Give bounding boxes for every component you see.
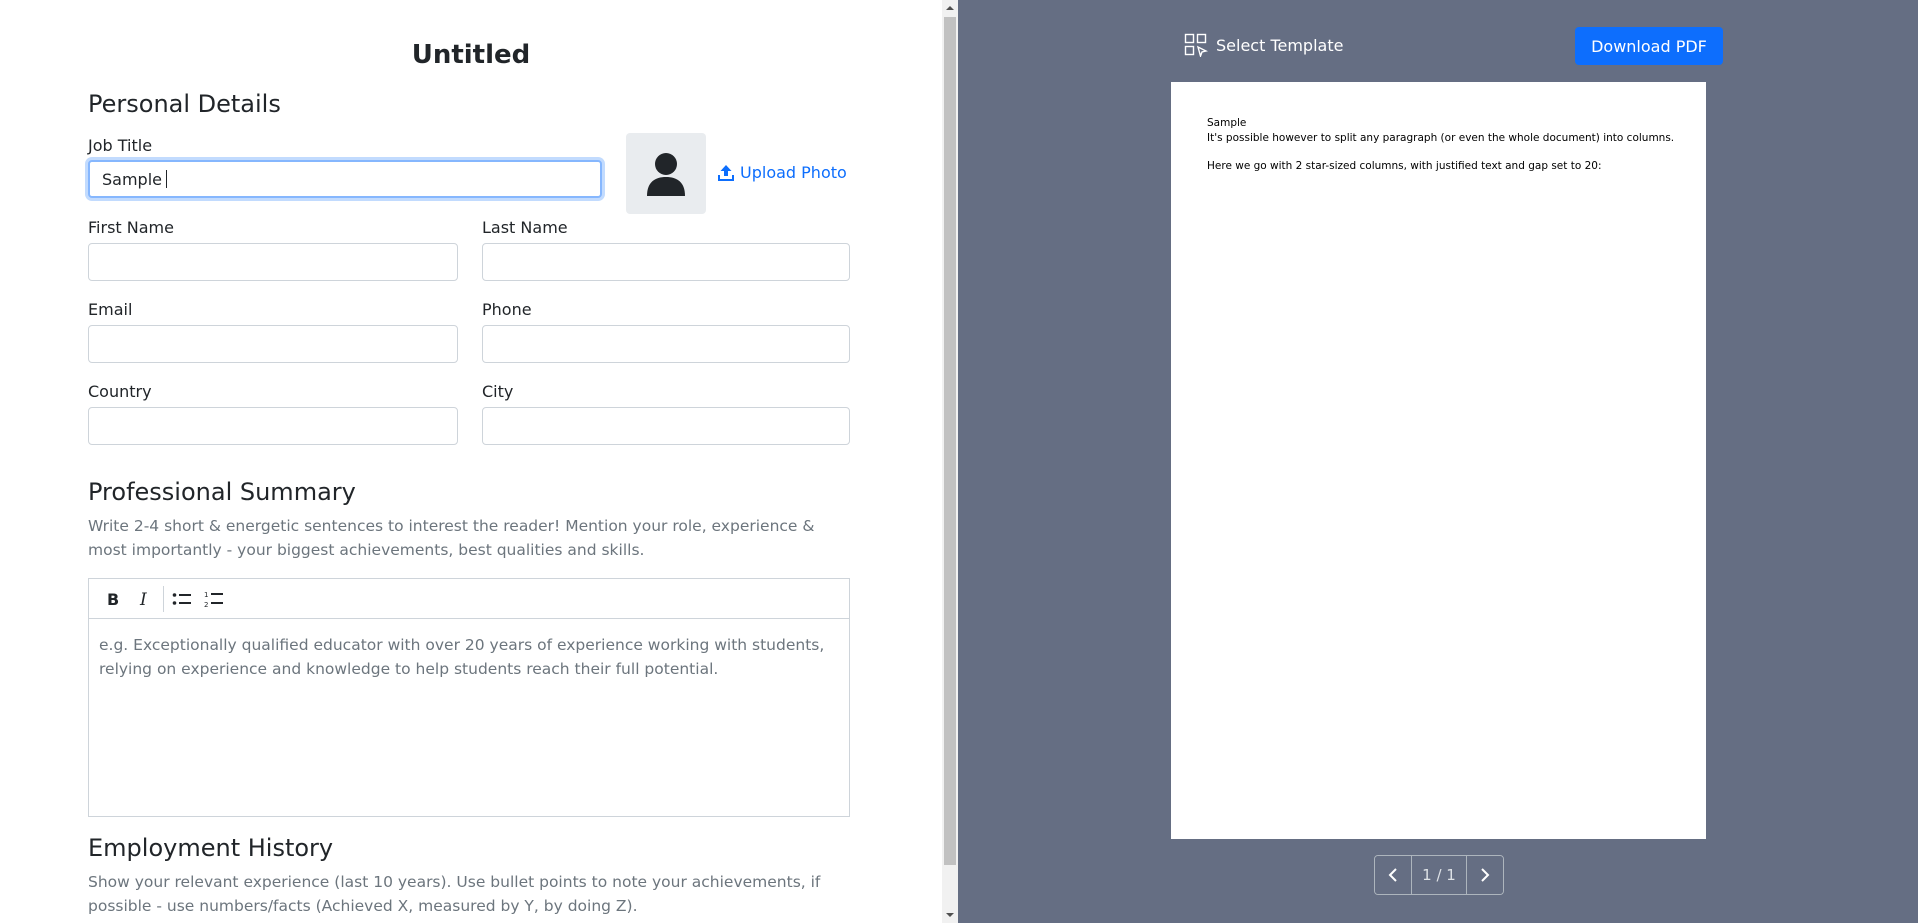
pdf-text-line: Here we go with 2 star-sized columns, wi… [1207, 160, 1602, 172]
bold-icon: B [107, 591, 119, 607]
employment-history-help: Show your relevant experience (last 10 y… [88, 873, 821, 915]
job-title-value: Sample [102, 169, 162, 189]
country-label: Country [88, 382, 152, 401]
download-pdf-button[interactable]: Download PDF [1575, 27, 1723, 65]
chevron-left-icon [1388, 868, 1397, 882]
summary-rich-text-editor[interactable]: B I 1 2 e.g. Exceptionally qualified edu… [88, 578, 850, 817]
select-template-button[interactable]: Select Template [1184, 33, 1343, 57]
last-name-label: Last Name [482, 218, 568, 237]
italic-button[interactable]: I [129, 583, 161, 615]
upload-icon [718, 164, 734, 181]
professional-summary-help: Write 2-4 short & energetic sentences to… [88, 517, 815, 559]
bullet-list-icon [172, 592, 191, 605]
city-label: City [482, 382, 514, 401]
professional-summary-heading: Professional Summary [88, 478, 356, 506]
editor-toolbar: B I 1 2 [89, 579, 849, 619]
document-title[interactable]: Untitled [0, 40, 942, 70]
bold-button[interactable]: B [97, 583, 129, 615]
summary-placeholder: e.g. Exceptionally qualified educator wi… [99, 636, 825, 678]
first-name-label: First Name [88, 218, 174, 237]
phone-input[interactable] [482, 325, 850, 363]
editor-scrollbar[interactable] [942, 0, 958, 923]
scroll-down-arrow[interactable] [942, 907, 958, 923]
personal-details-heading: Personal Details [88, 90, 281, 118]
employment-history-heading: Employment History [88, 834, 334, 862]
svg-text:1: 1 [204, 591, 208, 599]
numbered-list-icon: 1 2 [204, 591, 223, 608]
pdf-text-line: Sample [1207, 117, 1247, 129]
caret-down-icon [946, 913, 954, 917]
job-title-label: Job Title [88, 136, 153, 155]
italic-icon: I [139, 591, 147, 607]
avatar-placeholder[interactable] [626, 133, 706, 214]
country-input[interactable] [88, 407, 458, 445]
user-icon [647, 152, 685, 196]
toolbar-divider [163, 585, 164, 612]
last-name-input[interactable] [482, 243, 850, 281]
svg-text:I: I [139, 591, 147, 607]
phone-label: Phone [482, 300, 532, 319]
pdf-text-line: It's possible however to split any parag… [1207, 132, 1675, 144]
numbered-list-button[interactable]: 1 2 [198, 583, 230, 615]
svg-text:B: B [107, 591, 119, 607]
preview-pane: Select Template Download PDF Sample It's… [958, 0, 1918, 923]
text-caret [166, 170, 167, 188]
pdf-preview-page: Sample It's possible however to split an… [1171, 82, 1706, 839]
page-pagination: 1 / 1 [1374, 855, 1504, 895]
email-label: Email [88, 300, 133, 319]
first-name-input[interactable] [88, 243, 458, 281]
scrollbar-thumb[interactable] [944, 17, 956, 865]
select-template-label: Select Template [1216, 35, 1344, 55]
svg-text:2: 2 [204, 601, 208, 608]
bullet-list-button[interactable] [166, 583, 198, 615]
scroll-up-arrow[interactable] [942, 0, 958, 16]
upload-photo-button[interactable]: Upload Photo [718, 163, 847, 182]
caret-up-icon [946, 6, 954, 10]
city-input[interactable] [482, 407, 850, 445]
previous-page-button[interactable] [1375, 856, 1411, 894]
job-title-input[interactable]: Sample [88, 160, 602, 198]
next-page-button[interactable] [1467, 856, 1503, 894]
email-input[interactable] [88, 325, 458, 363]
page-indicator: 1 / 1 [1411, 856, 1467, 894]
chevron-right-icon [1481, 868, 1490, 882]
template-grid-icon [1184, 33, 1208, 57]
upload-photo-label: Upload Photo [740, 163, 847, 182]
editor-pane: Untitled Personal Details Job Title Samp… [0, 0, 942, 923]
